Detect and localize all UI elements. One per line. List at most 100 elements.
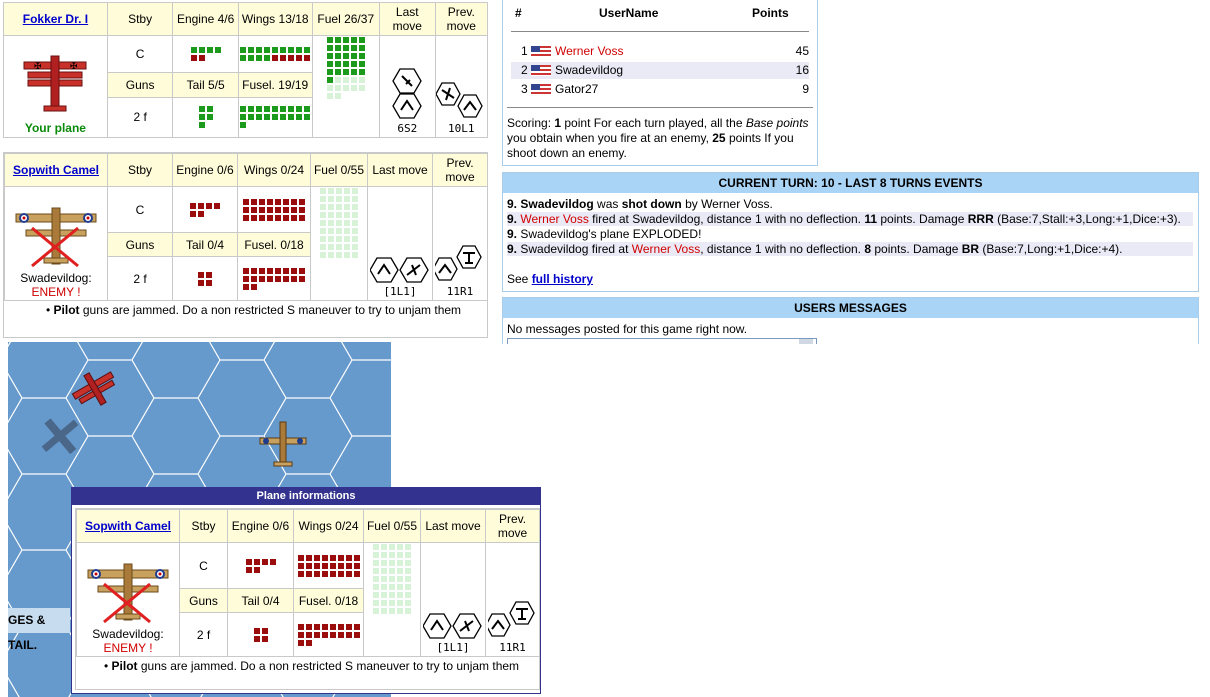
wings-squares [237, 186, 311, 233]
engine-label: Engine 0/6 [227, 509, 294, 543]
own-plane-image-cell: ✠ ✠ Your plane [3, 35, 108, 138]
score-rank: 3 [521, 82, 528, 96]
last-move-label: Last move [367, 153, 433, 187]
score-col-user: UserName [599, 6, 659, 20]
score-row: 1 Werner Voss 45 [511, 43, 809, 60]
wings-label: Wings 13/18 [237, 1, 313, 37]
plane-name-cell[interactable]: Sopwith Camel [76, 509, 180, 543]
guns-value: 2 f [107, 256, 173, 301]
stby-label: Stby [107, 153, 173, 187]
last-move-code: 6S2 [397, 122, 418, 135]
enemy-owner: Swadevildog: [20, 271, 92, 285]
score-rank: 1 [521, 44, 528, 58]
message-input[interactable] [507, 338, 817, 344]
guns-value: 2 f [179, 612, 228, 657]
fokker-token-icon[interactable] [70, 367, 120, 411]
engine-squares [227, 542, 294, 589]
score-user: Gator27 [555, 82, 599, 96]
prev-move-cell: 10L1 [434, 35, 488, 138]
engine-squares [172, 35, 239, 73]
wings-squares [237, 35, 313, 73]
stby-label: Stby [179, 509, 228, 543]
enemy-plane-image-cell: Swadevildog: ENEMY ! [4, 186, 108, 301]
engine-label: Engine 4/6 [172, 1, 239, 37]
score-rank: 2 [521, 63, 528, 77]
last-move-cell: [1L1] [420, 542, 486, 657]
enemy-owner: Swadevildog: [92, 627, 164, 641]
fuel-squares [310, 186, 368, 301]
side-tab[interactable]: GES & TAIL. [8, 608, 70, 652]
event-line: 9. Swadevildog fired at Werner Voss, dis… [507, 242, 1193, 256]
fusel-label: Fusel. 19/19 [237, 71, 313, 98]
guns-label: Guns [179, 588, 228, 613]
messages-title: USERS MESSAGES [503, 298, 1198, 318]
svg-text:✠: ✠ [34, 62, 42, 72]
plane-name-link[interactable]: Sopwith Camel [13, 163, 99, 177]
messages-panel: USERS MESSAGES No messages posted for th… [502, 297, 1199, 344]
sopwith-token-icon[interactable] [258, 418, 308, 472]
your-plane-caption: Your plane [24, 121, 86, 135]
event-line: 9. Swadevildog's plane EXPLODED! [507, 227, 702, 241]
popup-title[interactable]: Plane informations [72, 488, 540, 505]
own-plane-panel: Fokker Dr. I Stby Engine 4/6 Wings 13/18… [3, 1, 488, 139]
plane-name-cell[interactable]: Sopwith Camel [4, 153, 108, 187]
last-move-label: Last move [379, 1, 436, 37]
own-plane-table: Fokker Dr. I Stby Engine 4/6 Wings 13/18… [3, 1, 488, 139]
enemy-status: ENEMY ! [31, 285, 81, 299]
wreck-shadow-icon [41, 418, 79, 455]
enemy-plane-panel: Sopwith Camel Stby Engine 0/6 Wings 0/24… [3, 152, 488, 338]
tail-squares [227, 612, 294, 657]
plane-name-link[interactable]: Sopwith Camel [85, 519, 171, 533]
tail-label: Tail 5/5 [172, 71, 239, 98]
last-move-code: [1L1] [383, 285, 417, 298]
last-move-cell: [1L1] [367, 186, 433, 301]
guns-label: Guns [107, 232, 173, 257]
stby-label: Stby [106, 1, 174, 37]
scroll-button[interactable] [799, 339, 813, 344]
fuel-squares [363, 542, 421, 657]
stby-value: C [179, 542, 228, 589]
us-flag-icon [531, 65, 551, 76]
score-points: 9 [802, 82, 809, 96]
enemy-plane-image-cell: Swadevildog: ENEMY ! [76, 542, 180, 657]
guns-value: 2 f [106, 96, 174, 139]
full-history-link[interactable]: full history [532, 272, 593, 286]
event-line: 9. Werner Voss fired at Swadevildog, dis… [507, 212, 1193, 226]
event-line: 9. Swadevildog was shot down by Werner V… [507, 197, 773, 211]
tail-label: Tail 0/4 [172, 232, 238, 257]
events-title: CURRENT TURN: 10 - LAST 8 TURNS EVENTS [503, 173, 1198, 193]
prev-move-code: 10L1 [448, 122, 475, 135]
fusel-squares [237, 96, 313, 139]
fuel-label: Fuel 26/37 [311, 1, 381, 37]
last-move-cell: 6S2 [379, 35, 436, 138]
wings-label: Wings 0/24 [293, 509, 364, 543]
us-flag-icon [531, 84, 551, 95]
jammed-note: • Pilot guns are jammed. Do a non restri… [104, 659, 520, 673]
note-text: guns are jammed. Do a non restricted S m… [137, 659, 520, 673]
score-col-points: Points [752, 6, 789, 20]
stby-value: C [107, 186, 173, 233]
fusel-squares [237, 256, 311, 301]
fusel-label: Fusel. 0/18 [293, 588, 364, 613]
scoring-text: Scoring: 1 point For each turn played, a… [507, 116, 809, 160]
svg-text:✠: ✠ [70, 62, 78, 72]
wings-label: Wings 0/24 [237, 153, 311, 187]
score-points: 16 [795, 63, 809, 77]
plane-name-cell[interactable]: Fokker Dr. I [3, 1, 108, 37]
fuel-label: Fuel 0/55 [363, 509, 421, 543]
sopwith-plane-icon [15, 207, 97, 268]
plane-name-link[interactable]: Fokker Dr. I [23, 12, 88, 26]
move-hex-icon [369, 257, 429, 283]
see-history: See full history [507, 272, 594, 286]
plane-info-popup: Plane informations Sopwith Camel Stby En… [71, 487, 541, 694]
tail-label: Tail 0/4 [227, 588, 294, 613]
score-user: Swadevildog [555, 63, 624, 77]
last-move-code: [1L1] [436, 641, 470, 654]
fokker-plane-icon: ✠ ✠ [23, 55, 87, 112]
engine-squares [172, 186, 238, 233]
score-row: 3 Gator27 9 [511, 81, 809, 98]
events-panel: CURRENT TURN: 10 - LAST 8 TURNS EVENTS 9… [502, 172, 1199, 292]
fusel-label: Fusel. 0/18 [237, 232, 311, 257]
popup-plane-table: Sopwith Camel Stby Engine 0/6 Wings 0/24… [76, 509, 540, 657]
enemy-status: ENEMY ! [103, 641, 153, 655]
